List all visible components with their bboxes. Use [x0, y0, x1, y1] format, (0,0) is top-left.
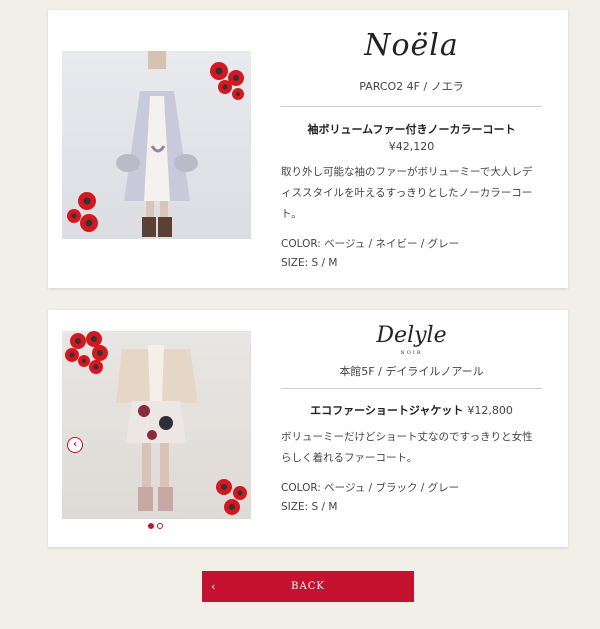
carousel-prev-button[interactable]: ‹ — [67, 437, 83, 453]
product-name-price: エコファーショートジャケット ¥12,800 — [281, 402, 542, 418]
product-description: 取り外し可能な袖のファーがボリューミーで大人レディススタイルを叶えるすっきりとし… — [281, 166, 533, 220]
product-card-noela: Noëla PARCO2 4F / ノエラ 袖ボリュームファー付きノーカラーコー… — [48, 10, 568, 288]
carousel-dot[interactable] — [157, 523, 163, 529]
product-price: ¥12,800 — [467, 404, 513, 417]
product-name: 袖ボリュームファー付きノーカラーコート — [307, 123, 516, 136]
product-info-delyle: Delyle NOIR 本館5F / デイライルノアール エコファーショートジャ… — [281, 325, 542, 517]
store-location: 本館5F / デイライルノアール — [339, 365, 484, 378]
product-description: ボリューミーだけどショート丈なのですっきりと女性らしく着れるファーコート。 — [281, 431, 533, 464]
color-options: COLOR: ベージュ / ブラック / グレー — [281, 482, 460, 494]
divider — [281, 388, 542, 389]
product-card-delyle: ‹ › Delyle NOIR 本館5F / デイライルノアール エコファーショ… — [48, 310, 568, 547]
product-options: COLOR: ベージュ / ブラック / グレー SIZE: S / M — [281, 479, 542, 517]
brand-logo: Delyle — [376, 323, 447, 348]
model-in-fur-jacket-image — [65, 331, 247, 515]
product-name: エコファーショートジャケット — [310, 404, 464, 417]
chevron-left-icon: ‹ — [211, 580, 217, 593]
product-photo-delyle: ‹ › — [62, 331, 251, 519]
brand-logo-sub: NOIR — [400, 350, 423, 356]
size-options: SIZE: S / M — [281, 501, 338, 513]
size-options: SIZE: S / M — [281, 257, 338, 269]
store-location: PARCO2 4F / ノエラ — [359, 80, 464, 93]
model-in-coat-image — [67, 51, 244, 237]
back-button[interactable]: ‹ BACK — [202, 571, 414, 602]
product-photo-noela — [62, 51, 251, 239]
brand-logo: Noëla — [364, 28, 459, 63]
product-options: COLOR: ベージュ / ネイビー / グレー SIZE: S / M — [281, 235, 542, 273]
product-info-noela: Noëla PARCO2 4F / ノエラ 袖ボリュームファー付きノーカラーコー… — [281, 28, 542, 273]
carousel-dot-active[interactable] — [148, 523, 154, 529]
back-button-label: BACK — [291, 581, 325, 592]
divider — [281, 106, 542, 107]
product-price: ¥42,120 — [388, 140, 435, 153]
carousel-pagination — [148, 523, 172, 531]
color-options: COLOR: ベージュ / ネイビー / グレー — [281, 238, 460, 250]
